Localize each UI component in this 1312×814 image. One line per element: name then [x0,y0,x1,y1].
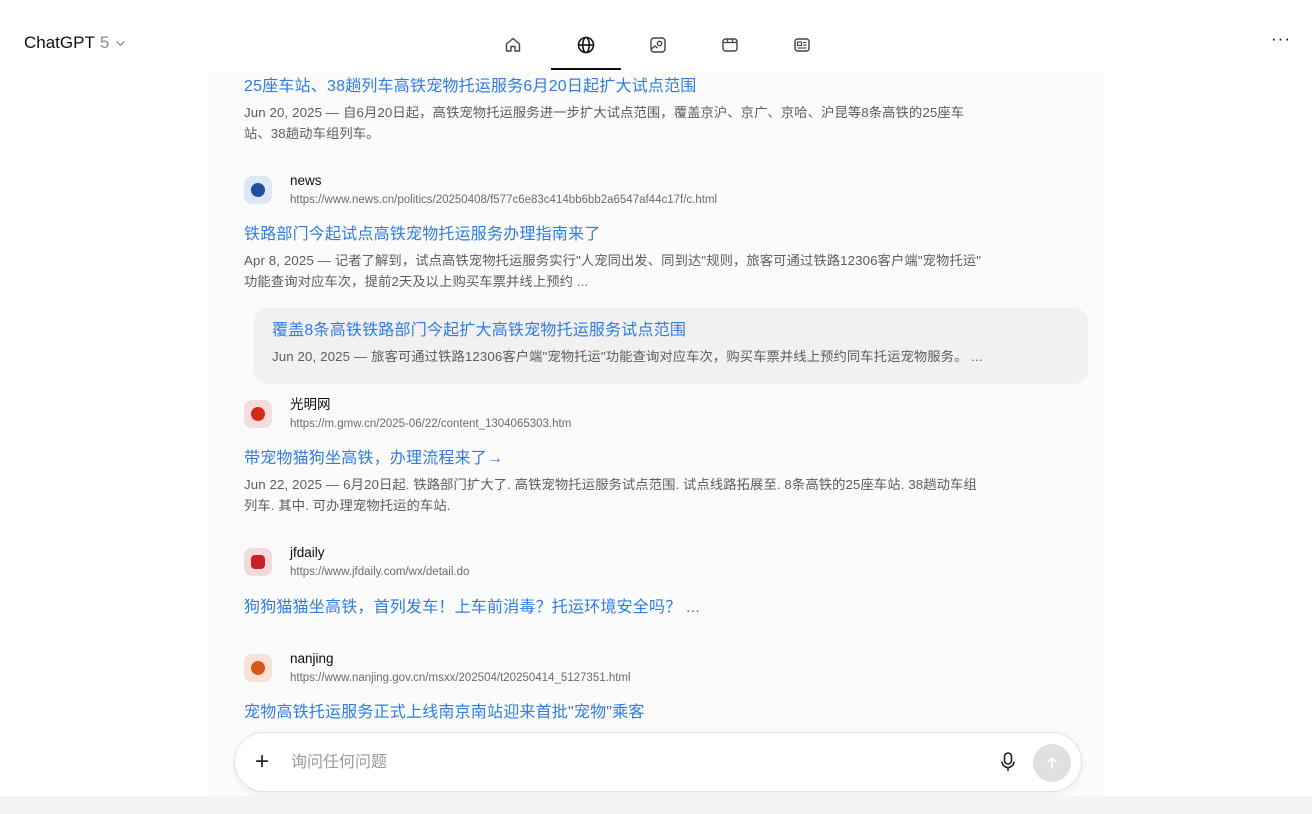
more-options-button[interactable]: ··· [1271,30,1295,51]
result-item: jfdaily https://www.jfdaily.com/wx/detai… [244,544,469,580]
result-source[interactable]: news https://www.news.cn/politics/202504… [244,172,717,208]
arrow-up-icon [1047,757,1057,769]
globe-icon [577,36,595,54]
snippet-line: 站、38趟动车组列车。 [244,126,380,141]
result-snippet: Jun 20, 2025 — 自6月20日起，高铁宠物托运服务进一步扩大试点范围… [244,102,964,144]
tab-home[interactable] [495,27,531,63]
nanjing-site-icon [244,654,272,682]
gmw-site-icon [244,400,272,428]
source-name: jfdaily [290,545,325,560]
source-url: https://m.gmw.cn/2025-06/22/content_1304… [290,418,572,430]
snippet-line: Apr 8, 2025 — 记者了解到，试点高铁宠物托运服务实行"人宠同出发、同… [244,253,982,268]
top-bar: ChatGPT 5 ··· [0,0,1312,76]
tab-web[interactable] [568,27,604,63]
result-item: 狗狗猫猫坐高铁，首列发车！上车前消毒？托运环境安全吗？ ... [244,597,700,619]
tab-news[interactable] [784,27,820,63]
snippet-line: Jun 20, 2025 — 自6月20日起，高铁宠物托运服务进一步扩大试点范围… [244,105,965,120]
tab-videos[interactable] [712,27,748,63]
snippet-line: 列车. 其中. 可办理宠物托运的车站. [244,498,451,513]
result-title[interactable]: 狗狗猫猫坐高铁，首列发车！上车前消毒？托运环境安全吗？ ... [244,597,700,619]
result-item: 铁路部门今起试点高铁宠物托运服务办理指南来了 Apr 8, 2025 — 记者了… [244,224,981,292]
search-tabs [0,0,1312,72]
result-item: 光明网 https://m.gmw.cn/2025-06/22/content_… [244,396,571,432]
result-item: 带宠物猫狗坐高铁，办理流程来了→ Jun 22, 2025 — 6月20日起. … [244,448,977,516]
result-title[interactable]: 铁路部门今起试点高铁宠物托运服务办理指南来了 [244,224,981,246]
jfdaily-site-icon [244,548,272,576]
source-url: https://www.jfdaily.com/wx/detail.do [290,566,470,578]
related-result-title[interactable]: 覆盖8条高铁铁路部门今起扩大高铁宠物托运服务试点范围 [272,320,1070,342]
related-result-snippet: Jun 20, 2025 — 旅客可通过铁路12306客户端"宠物托运"功能查询… [272,349,983,364]
bottom-edge [0,796,1312,814]
related-result-card[interactable]: 覆盖8条高铁铁路部门今起扩大高铁宠物托运服务试点范围 Jun 20, 2025 … [254,308,1088,384]
result-item: 25座车站、38趟列车高铁宠物托运服务6月20日起扩大试点范围 Jun 20, … [244,76,964,144]
tab-images[interactable] [640,27,676,63]
news-icon [794,38,810,52]
snippet-line: 功能查询对应车次，提前2天及以上购买车票并线上预约 ... [244,274,589,289]
image-search-icon [650,37,666,53]
result-title[interactable]: 宠物高铁托运服务正式上线南京南站迎来首批"宠物"乘客 [244,702,645,724]
result-source[interactable]: nanjing https://www.nanjing.gov.cn/msxx/… [244,650,631,686]
result-title[interactable]: 带宠物猫狗坐高铁，办理流程来了→ [244,448,977,470]
send-button[interactable] [1033,744,1071,782]
result-source[interactable]: 光明网 https://m.gmw.cn/2025-06/22/content_… [244,396,571,432]
message-composer: + [234,732,1082,792]
video-icon [722,38,738,52]
home-icon [505,37,521,52]
source-name: nanjing [290,651,334,666]
source-url: https://www.nanjing.gov.cn/msxx/202504/t… [290,672,631,684]
snippet-line: Jun 22, 2025 — 6月20日起. 铁路部门扩大了. 高铁宠物托运服务… [244,477,977,492]
result-item: nanjing https://www.nanjing.gov.cn/msxx/… [244,650,631,686]
result-item: news https://www.news.cn/politics/202504… [244,172,717,208]
source-url: https://www.news.cn/politics/20250408/f5… [290,194,718,206]
results-panel[interactable]: 25座车站、38趟列车高铁宠物托运服务6月20日起扩大试点范围 Jun 20, … [208,72,1104,814]
result-item: 宠物高铁托运服务正式上线南京南站迎来首批"宠物"乘客 [244,702,645,724]
source-name: news [290,173,322,188]
result-snippet: Jun 22, 2025 — 6月20日起. 铁路部门扩大了. 高铁宠物托运服务… [244,474,977,516]
result-snippet: Apr 8, 2025 — 记者了解到，试点高铁宠物托运服务实行"人宠同出发、同… [244,250,981,292]
result-title[interactable]: 25座车站、38趟列车高铁宠物托运服务6月20日起扩大试点范围 [244,76,964,98]
news-site-icon [244,176,272,204]
result-source[interactable]: jfdaily https://www.jfdaily.com/wx/detai… [244,544,469,580]
source-name: 光明网 [290,397,331,412]
active-tab-indicator [551,68,621,70]
add-attachment-button[interactable]: + [255,749,269,775]
chat-input[interactable] [291,750,971,776]
microphone-icon[interactable] [999,751,1017,773]
